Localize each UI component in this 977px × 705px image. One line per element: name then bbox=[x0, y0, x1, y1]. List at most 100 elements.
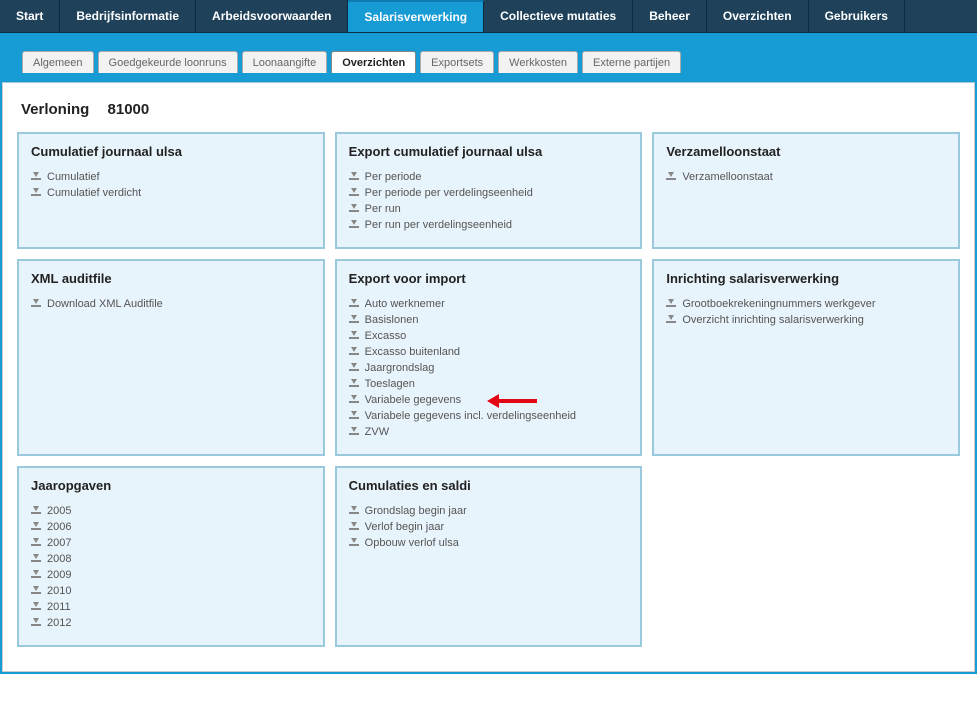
card-item[interactable]: 2007 bbox=[31, 535, 311, 551]
card-item[interactable]: Per periode bbox=[349, 169, 629, 185]
top-nav: StartBedrijfsinformatieArbeidsvoorwaarde… bbox=[0, 0, 977, 33]
download-icon bbox=[349, 427, 359, 437]
card-item[interactable]: 2010 bbox=[31, 583, 311, 599]
card-item[interactable]: Variabele gegevens incl. verdelingseenhe… bbox=[349, 408, 629, 424]
page-title-code: 81000 bbox=[108, 101, 150, 118]
download-icon bbox=[349, 172, 359, 182]
card-item-label: 2010 bbox=[47, 585, 71, 597]
card: Cumulaties en saldiGrondslag begin jaarV… bbox=[335, 466, 643, 647]
card-item-label: Grootboekrekeningnummers werkgever bbox=[682, 298, 875, 310]
card-item[interactable]: Auto werknemer bbox=[349, 296, 629, 312]
download-icon bbox=[349, 506, 359, 516]
topnav-tab[interactable]: Beheer bbox=[633, 0, 707, 32]
card-item[interactable]: Toeslagen bbox=[349, 376, 629, 392]
download-icon bbox=[349, 188, 359, 198]
download-icon bbox=[349, 299, 359, 309]
topnav-tab[interactable]: Bedrijfsinformatie bbox=[60, 0, 196, 32]
download-icon bbox=[31, 538, 41, 548]
download-icon bbox=[31, 570, 41, 580]
card-item[interactable]: Verzamelloonstaat bbox=[666, 169, 946, 185]
card-item[interactable]: Download XML Auditfile bbox=[31, 296, 311, 312]
card-item-label: Variabele gegevens bbox=[365, 394, 461, 406]
card-title: Export cumulatief journaal ulsa bbox=[349, 144, 629, 159]
card-item-label: Verlof begin jaar bbox=[365, 521, 445, 533]
topnav-tab[interactable]: Start bbox=[0, 0, 60, 32]
download-icon bbox=[31, 172, 41, 182]
sub-tab[interactable]: Werkkosten bbox=[498, 51, 578, 73]
card-item-label: 2011 bbox=[47, 601, 71, 613]
card-item-label: 2007 bbox=[47, 537, 71, 549]
download-icon bbox=[349, 379, 359, 389]
download-icon bbox=[666, 299, 676, 309]
card-item-label: Excasso bbox=[365, 330, 407, 342]
topnav-tab[interactable]: Gebruikers bbox=[809, 0, 905, 32]
download-icon bbox=[31, 618, 41, 628]
download-icon bbox=[349, 347, 359, 357]
sub-tab[interactable]: Loonaangifte bbox=[242, 51, 328, 73]
card-item[interactable]: Verlof begin jaar bbox=[349, 519, 629, 535]
card-title: Cumulatief journaal ulsa bbox=[31, 144, 311, 159]
card-item[interactable]: Basislonen bbox=[349, 312, 629, 328]
card-item-label: Per run bbox=[365, 203, 401, 215]
card-item[interactable]: 2006 bbox=[31, 519, 311, 535]
card-item[interactable]: Jaargrondslag bbox=[349, 360, 629, 376]
card: Export voor import Auto werknemerBasislon… bbox=[335, 259, 643, 456]
download-icon bbox=[349, 315, 359, 325]
card-title: Export voor import bbox=[349, 271, 629, 286]
sub-tab[interactable]: Exportsets bbox=[420, 51, 494, 73]
card-title: Inrichting salarisverwerking bbox=[666, 271, 946, 286]
download-icon bbox=[349, 363, 359, 373]
sub-tab[interactable]: Externe partijen bbox=[582, 51, 681, 73]
card: Export cumulatief journaal ulsa Per perio… bbox=[335, 132, 643, 249]
card-item[interactable]: Overzicht inrichting salarisverwerking bbox=[666, 312, 946, 328]
card-item[interactable]: 2008 bbox=[31, 551, 311, 567]
download-icon bbox=[31, 506, 41, 516]
card-item-label: Per periode per verdelingseenheid bbox=[365, 187, 533, 199]
card-item[interactable]: 2012 bbox=[31, 615, 311, 631]
sub-tab[interactable]: Algemeen bbox=[22, 51, 94, 73]
card-item-label: Download XML Auditfile bbox=[47, 298, 163, 310]
card-item[interactable]: Per run bbox=[349, 201, 629, 217]
sub-tab-strip: AlgemeenGoedgekeurde loonrunsLoonaangift… bbox=[2, 33, 975, 83]
card-item[interactable]: Per periode per verdelingseenheid bbox=[349, 185, 629, 201]
card-item[interactable]: ZVW bbox=[349, 424, 629, 440]
card-item-label: 2012 bbox=[47, 617, 71, 629]
card-item[interactable]: Excasso bbox=[349, 328, 629, 344]
card-item[interactable]: Excasso buitenland bbox=[349, 344, 629, 360]
card: VerzamelloonstaatVerzamelloonstaat bbox=[652, 132, 960, 249]
download-icon bbox=[31, 188, 41, 198]
card-grid: Cumulatief journaal ulsa Cumulatief Cumula… bbox=[17, 132, 960, 647]
card-item[interactable]: Per run per verdelingseenheid bbox=[349, 217, 629, 233]
topnav-tab[interactable]: Overzichten bbox=[707, 0, 809, 32]
card: Cumulatief journaal ulsa Cumulatief Cumula… bbox=[17, 132, 325, 249]
card-item[interactable]: Cumulatief bbox=[31, 169, 311, 185]
card-item[interactable]: Variabele gegevens bbox=[349, 392, 629, 408]
download-icon bbox=[349, 538, 359, 548]
card-item[interactable]: Grootboekrekeningnummers werkgever bbox=[666, 296, 946, 312]
page-title: Verloning 81000 bbox=[21, 101, 960, 118]
download-icon bbox=[31, 602, 41, 612]
card-item[interactable]: 2009 bbox=[31, 567, 311, 583]
card-item-label: Verzamelloonstaat bbox=[682, 171, 773, 183]
card-item[interactable]: 2011 bbox=[31, 599, 311, 615]
download-icon bbox=[31, 522, 41, 532]
card-item[interactable]: Grondslag begin jaar bbox=[349, 503, 629, 519]
card-item-label: ZVW bbox=[365, 426, 389, 438]
sub-tab[interactable]: Goedgekeurde loonruns bbox=[98, 51, 238, 73]
topnav-tab[interactable]: Arbeidsvoorwaarden bbox=[196, 0, 348, 32]
card-item-label: 2005 bbox=[47, 505, 71, 517]
download-icon bbox=[666, 315, 676, 325]
card-item[interactable]: Cumulatief verdicht bbox=[31, 185, 311, 201]
card: XML auditfileDownload XML Auditfile bbox=[17, 259, 325, 456]
card-item[interactable]: 2005 bbox=[31, 503, 311, 519]
download-icon bbox=[349, 220, 359, 230]
card-item-label: Cumulatief verdicht bbox=[47, 187, 141, 199]
sub-tab[interactable]: Overzichten bbox=[331, 51, 416, 73]
card: Inrichting salarisverwerking Grootboekrek… bbox=[652, 259, 960, 456]
topnav-tab[interactable]: Salarisverwerking bbox=[348, 0, 484, 32]
card-item-label: 2008 bbox=[47, 553, 71, 565]
download-icon bbox=[349, 411, 359, 421]
card-item[interactable]: Opbouw verlof ulsa bbox=[349, 535, 629, 551]
topnav-tab[interactable]: Collectieve mutaties bbox=[484, 0, 633, 32]
card: Jaaropgaven20052006200720082009201020112… bbox=[17, 466, 325, 647]
